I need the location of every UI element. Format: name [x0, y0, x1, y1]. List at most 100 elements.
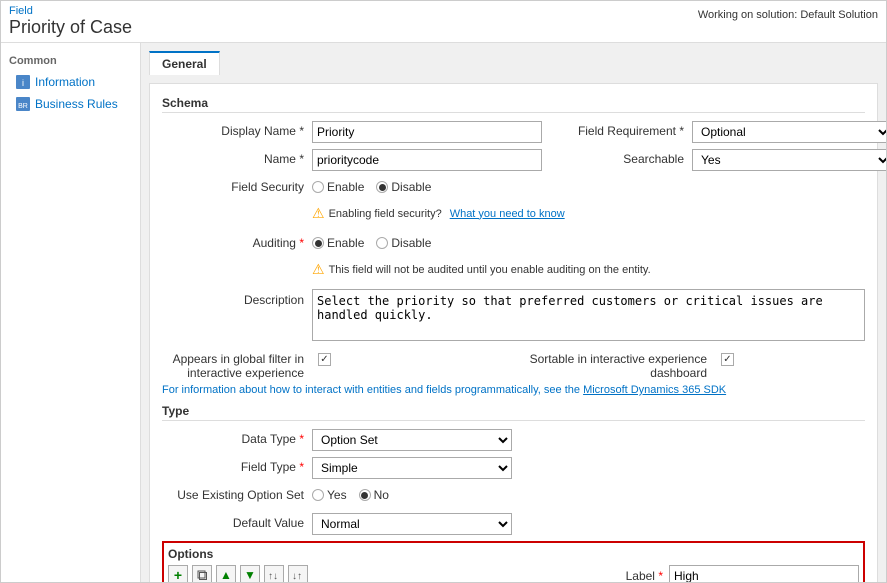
appears-checkbox[interactable] — [318, 353, 331, 366]
audit-warning-row: ⚠ This field will not be audited until y… — [162, 261, 865, 283]
page-title: Priority of Case — [9, 17, 132, 38]
use-existing-no-option[interactable]: No — [359, 488, 389, 502]
audit-warning: ⚠ This field will not be audited until y… — [312, 261, 865, 278]
display-name-row: Display Name * Field Requirement * Optio — [162, 121, 865, 143]
sort-desc-btn[interactable]: ↓↑ — [288, 565, 308, 582]
option-label-row: Label * — [579, 565, 859, 582]
svg-text:↑↓: ↑↓ — [268, 571, 278, 581]
auditing-disable-option[interactable]: Disable — [376, 236, 431, 250]
data-type-label: Data Type * — [162, 429, 312, 446]
field-security-row: Field Security Enable Disable — [162, 177, 865, 199]
sidebar: Common i Information BR Business Rules — [1, 43, 141, 582]
use-existing-control: Yes No — [312, 485, 865, 502]
display-name-input[interactable] — [312, 121, 542, 143]
field-security-warning-row: ⚠ Enabling field security? What you need… — [162, 205, 865, 227]
move-up-btn[interactable]: ▲ — [216, 565, 236, 582]
field-security-enable-option[interactable]: Enable — [312, 180, 364, 194]
field-type-control: Simple Calculated Rollup — [312, 457, 865, 479]
default-value-select[interactable]: Normal High Low Critical — [312, 513, 512, 535]
field-security-radio-group: Enable Disable — [312, 177, 865, 194]
warning-icon: ⚠ — [312, 205, 325, 222]
auditing-row: Auditing * Enable Disable — [162, 233, 865, 255]
auditing-disable-radio[interactable] — [376, 237, 388, 249]
move-down-btn[interactable]: ▼ — [240, 565, 260, 582]
name-label: Name * — [162, 149, 312, 166]
svg-text:BR: BR — [18, 103, 28, 110]
appears-label: Appears in global filter in interactive … — [162, 350, 312, 380]
business-rules-icon: BR — [15, 96, 31, 112]
schema-section-header: Schema — [162, 96, 865, 113]
sdk-row: For information about how to interact wi… — [162, 384, 865, 396]
working-on-label: Working on solution: Default Solution — [698, 9, 878, 21]
option-label-input[interactable] — [669, 565, 859, 582]
use-existing-no-radio[interactable] — [359, 489, 371, 501]
searchable-col: Searchable Yes No — [542, 149, 886, 171]
use-existing-yes-option[interactable]: Yes — [312, 488, 347, 502]
name-input[interactable] — [312, 149, 542, 171]
options-header: Options — [168, 547, 859, 561]
searchable-label: Searchable — [542, 149, 692, 166]
field-security-enable-radio[interactable] — [312, 181, 324, 193]
field-requirement-select[interactable]: Optional Business Recommended Business R… — [692, 121, 886, 143]
svg-text:↓↑: ↓↑ — [292, 571, 302, 581]
title-area: Field Priority of Case — [9, 5, 132, 38]
audit-warning-icon: ⚠ — [312, 261, 325, 278]
default-value-label: Default Value — [162, 513, 312, 530]
field-security-disable-option[interactable]: Disable — [376, 180, 431, 194]
options-section: Options + ▲ ▼ — [162, 541, 865, 582]
options-toolbar: + ▲ ▼ ↑↓ ↓↑ — [168, 565, 571, 582]
options-layout: + ▲ ▼ ↑↓ ↓↑ — [168, 565, 859, 582]
field-security-disable-radio[interactable] — [376, 181, 388, 193]
searchable-control: Yes No — [692, 149, 886, 171]
tab-bar: General — [149, 51, 878, 75]
auditing-control: Enable Disable — [312, 233, 865, 250]
sidebar-item-information[interactable]: i Information — [1, 71, 140, 93]
top-bar: Field Priority of Case Working on soluti… — [1, 1, 886, 43]
what-you-need-link[interactable]: What you need to know — [450, 208, 565, 220]
sidebar-section-common: Common — [1, 51, 140, 71]
auditing-enable-option[interactable]: Enable — [312, 236, 364, 250]
field-requirement-col: Field Requirement * Optional Business Re… — [542, 121, 886, 143]
name-control — [312, 149, 542, 171]
information-icon: i — [15, 74, 31, 90]
name-col: Name * — [162, 149, 542, 171]
description-label: Description — [162, 289, 312, 307]
audit-warning-text: This field will not be audited until you… — [329, 264, 651, 276]
auditing-enable-radio[interactable] — [312, 237, 324, 249]
add-option-btn[interactable]: + — [168, 565, 188, 582]
display-name-col: Display Name * — [162, 121, 542, 143]
data-type-row: Data Type * Option Set Two Options Whole… — [162, 429, 865, 451]
data-type-select[interactable]: Option Set Two Options Whole Number — [312, 429, 512, 451]
options-right-panel: Label * Value * — [579, 565, 859, 582]
type-section-header: Type — [162, 404, 865, 421]
field-type-label: Field Type * — [162, 457, 312, 474]
content-area: General Schema Display Name * — [141, 43, 886, 582]
copy-option-btn[interactable] — [192, 565, 212, 582]
field-requirement-label: Field Requirement * — [542, 121, 692, 138]
sort-asc-btn[interactable]: ↑↓ — [264, 565, 284, 582]
field-security-control: Enable Disable — [312, 177, 865, 194]
sidebar-item-business-rules[interactable]: BR Business Rules — [1, 93, 140, 115]
tab-general[interactable]: General — [149, 51, 220, 75]
option-label-control — [669, 565, 859, 582]
form-panel: Schema Display Name * Field Requ — [149, 83, 878, 582]
default-value-control: Normal High Low Critical — [312, 513, 865, 535]
display-name-label: Display Name * — [162, 121, 312, 138]
svg-text:i: i — [22, 78, 24, 88]
enabling-warning-text: Enabling field security? — [329, 208, 442, 220]
field-type-select[interactable]: Simple Calculated Rollup — [312, 457, 512, 479]
option-label-label: Label * — [579, 569, 669, 582]
searchable-select[interactable]: Yes No — [692, 149, 886, 171]
sortable-checkbox[interactable] — [721, 353, 734, 366]
auditing-radio-group: Enable Disable — [312, 233, 865, 250]
use-existing-yes-radio[interactable] — [312, 489, 324, 501]
display-name-control — [312, 121, 542, 143]
description-textarea[interactable] — [312, 289, 865, 341]
breadcrumb: Field — [9, 5, 132, 17]
use-existing-row: Use Existing Option Set Yes No — [162, 485, 865, 507]
description-control — [312, 289, 865, 344]
use-existing-label: Use Existing Option Set — [162, 485, 312, 502]
sdk-link[interactable]: Microsoft Dynamics 365 SDK — [583, 384, 726, 396]
sortable-label: Sortable in interactive experience dashb… — [515, 350, 715, 380]
use-existing-radio-group: Yes No — [312, 485, 865, 502]
